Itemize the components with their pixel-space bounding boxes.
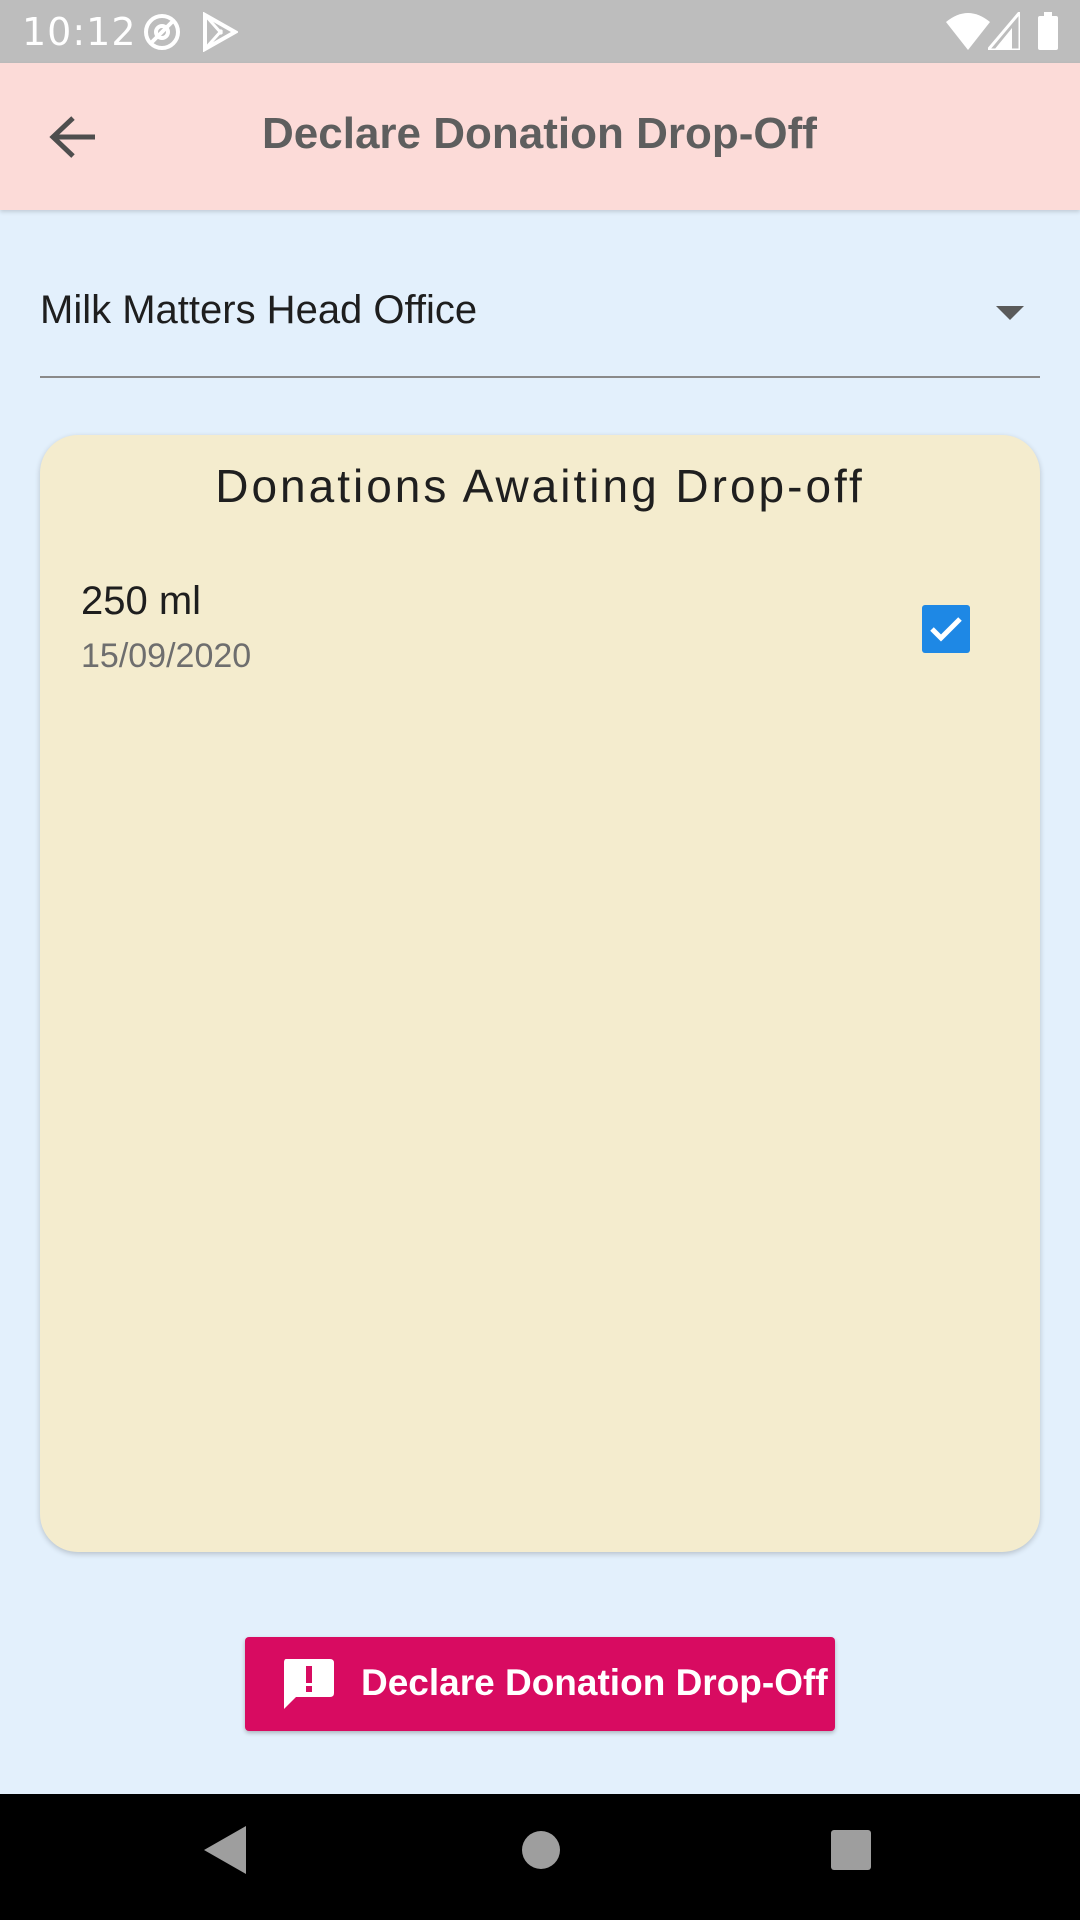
wifi-icon	[946, 12, 990, 55]
feedback-exclamation-icon	[280, 1657, 336, 1716]
donations-card: Donations Awaiting Drop-off 250 ml 15/09…	[40, 435, 1040, 1552]
arrow-drop-down-icon	[996, 306, 1024, 327]
back-button[interactable]	[36, 99, 112, 175]
at-sign-icon	[142, 12, 182, 57]
nav-back-icon[interactable]	[202, 1824, 248, 1881]
donation-date: 15/09/2020	[81, 637, 252, 675]
declare-drop-off-button[interactable]: Declare Donation Drop-Off	[245, 1637, 835, 1731]
nav-home-icon[interactable]	[520, 1824, 562, 1881]
list-item[interactable]: 250 ml 15/09/2020	[40, 565, 1040, 695]
status-time: 10:12	[22, 10, 137, 54]
play-store-icon	[202, 11, 240, 57]
declare-button-label: Declare Donation Drop-Off	[361, 1662, 828, 1703]
location-dropdown[interactable]: Milk Matters Head Office	[40, 270, 1040, 378]
system-nav-bar	[0, 1794, 1080, 1920]
status-bar: 10:12	[0, 0, 1080, 63]
check-icon	[930, 617, 962, 642]
card-title: Donations Awaiting Drop-off	[215, 460, 865, 512]
page-title: Declare Donation Drop-Off	[262, 109, 817, 158]
donation-amount: 250 ml	[81, 579, 202, 623]
signal-icon	[984, 7, 1022, 55]
donation-checkbox[interactable]	[922, 605, 970, 653]
app-bar: Declare Donation Drop-Off	[0, 63, 1080, 210]
dropdown-selected-value: Milk Matters Head Office	[40, 288, 478, 332]
nav-recents-icon[interactable]	[830, 1824, 872, 1881]
battery-icon	[1038, 12, 1058, 55]
arrow-back-icon	[49, 116, 95, 158]
